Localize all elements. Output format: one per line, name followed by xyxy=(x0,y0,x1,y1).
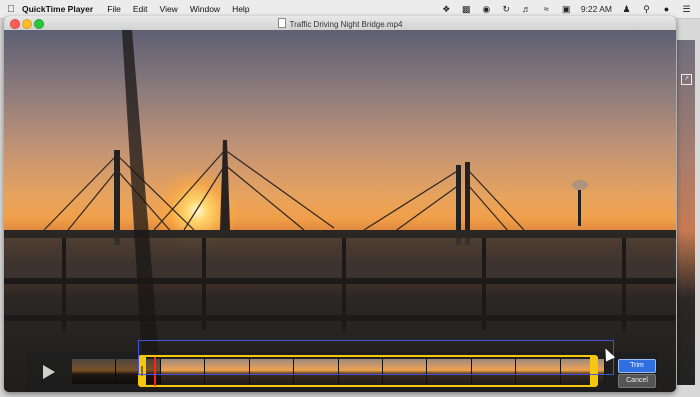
volume-icon[interactable]: ♬ xyxy=(521,4,532,15)
window-title: Traffic Driving Night Bridge.mp4 xyxy=(289,20,403,29)
menu-help[interactable]: Help xyxy=(232,4,249,14)
trim-end-handle[interactable] xyxy=(590,357,598,385)
playhead[interactable] xyxy=(154,357,156,386)
menu-file[interactable]: File xyxy=(107,4,121,14)
window-titlebar[interactable]: Traffic Driving Night Bridge.mp4 xyxy=(4,16,676,31)
trim-start-handle[interactable] xyxy=(138,357,146,385)
filmstrip-frame xyxy=(72,359,117,384)
trim-bar: Trim Cancel xyxy=(26,352,658,392)
time-machine-icon[interactable]: ↻ xyxy=(501,4,512,15)
video-frame[interactable]: Trim Cancel xyxy=(4,30,676,392)
play-icon[interactable] xyxy=(43,365,55,379)
control-center-icon[interactable]: ☰ xyxy=(681,4,692,15)
window-title-area: Traffic Driving Night Bridge.mp4 xyxy=(4,18,676,29)
app-menu[interactable]: QuickTime Player xyxy=(22,4,93,14)
bridge-silhouette xyxy=(4,30,676,392)
video-file-icon xyxy=(277,18,286,28)
firefox-icon[interactable]: ◉ xyxy=(481,4,492,15)
background-window-edge: ↗ xyxy=(677,40,695,385)
trim-selection[interactable] xyxy=(138,355,598,387)
apple-menu-icon[interactable]:  xyxy=(0,4,22,15)
dropbox-icon[interactable]: ❖ xyxy=(441,4,452,15)
search-icon[interactable]: ⚲ xyxy=(641,4,652,15)
expand-icon[interactable]: ↗ xyxy=(681,74,692,85)
cancel-button[interactable]: Cancel xyxy=(618,374,656,388)
wifi-icon[interactable]: ≈ xyxy=(541,4,552,15)
trim-button[interactable]: Trim xyxy=(618,359,656,373)
menu-view[interactable]: View xyxy=(160,4,178,14)
siri-icon[interactable]: ● xyxy=(661,4,672,15)
quicktime-window: Traffic Driving Night Bridge.mp4 Trim Ca… xyxy=(4,16,676,392)
airplay-screen-icon[interactable]: ▩ xyxy=(461,4,472,15)
user-icon[interactable]: ♟ xyxy=(621,4,632,15)
menu-edit[interactable]: Edit xyxy=(133,4,148,14)
menu-window[interactable]: Window xyxy=(190,4,220,14)
menu-clock[interactable]: 9:22 AM xyxy=(581,4,612,14)
display-icon[interactable]: ▣ xyxy=(561,4,572,15)
